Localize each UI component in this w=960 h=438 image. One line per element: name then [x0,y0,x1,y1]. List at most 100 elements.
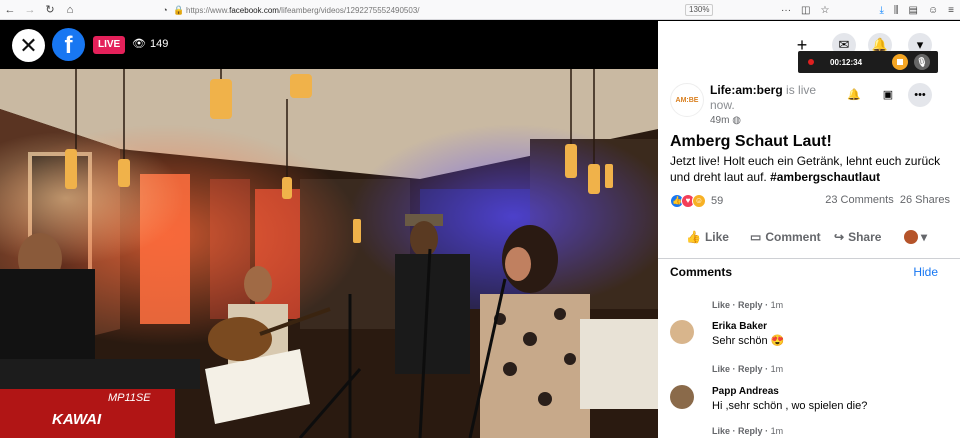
comment-reply-link[interactable]: Reply [738,426,763,436]
browser-toolbar: ← → ↻ ⌂ ◔ 🔒 https://www.facebook.com/lif… [0,0,960,20]
kawai-logo: KAWAI [52,411,102,428]
mp11se-logo: MP11SE [108,392,151,404]
comment-reply-link[interactable]: Reply [738,300,763,310]
back-icon[interactable]: ← [0,0,20,20]
separator: · [732,364,736,374]
post-text: Jetzt live! Holt euch ein Getränk, lehnt… [670,153,950,185]
menu-icon[interactable]: ≡ [948,5,954,16]
screen-recorder-bar: 00:12:34 🎙 [798,51,938,73]
forward-icon[interactable]: → [20,0,40,20]
post-header: Life:am:berg is live now. [710,83,830,113]
bookmark-star-icon[interactable]: ☆ [820,5,829,16]
separator: · [765,426,769,436]
stop-record-button[interactable] [892,54,908,70]
post-panel: + ✉ 🔔 ▾ 00:12:34 🎙 AM:BE Life:am:berg is… [658,21,960,438]
more-options-button[interactable]: ••• [908,83,932,107]
comments-heading: Comments [670,265,733,279]
divider [658,258,960,259]
post-meta: 49m ◍ [710,115,741,126]
shield-icon[interactable]: ◔ [158,0,172,20]
url-path: /lifeamberg/videos/1292275552490503/ [278,5,420,15]
close-button[interactable]: ✕ [12,29,45,62]
video-header: ✕ f LIVE 👁 149 [0,21,658,69]
url-host: facebook.com [229,5,279,15]
commenter-avatar[interactable] [670,385,694,409]
comment-bubble: Papp Andreas Hi ,sehr schön , wo spielen… [712,385,868,414]
separator: · [732,300,736,310]
shares-count[interactable]: 26 Shares [900,194,950,206]
comment-time[interactable]: 1m [771,300,784,310]
globe-icon: ◍ [732,115,741,126]
save-button[interactable]: ▣ [876,83,900,107]
recording-time: 00:12:34 [830,57,863,67]
reload-icon[interactable]: ↻ [40,0,60,20]
comment-actions: Like · Reply · 1m [712,300,783,310]
eye-icon: 👁 [132,38,146,50]
library-icon[interactable]: ⫼ [894,5,899,16]
calendar-check-icon: ▣ [882,89,894,101]
separator: · [765,364,769,374]
reactions-summary[interactable]: 👍 ♥ ☺ 59 [670,193,723,209]
microphone-icon[interactable]: 🎙 [914,54,930,70]
sidebar-icon[interactable]: ▤ [908,5,917,16]
comment-actions: Like · Reply · 1m [712,426,783,436]
home-icon[interactable]: ⌂ [60,0,80,20]
url-prefix: https://www. [186,5,230,15]
user-avatar [904,230,918,244]
post-actions: 👍 Like ▭ Comment ↪ Share ▾ [658,221,960,253]
post-age[interactable]: 49m [710,115,729,126]
like-button[interactable]: 👍 Like [686,230,729,244]
post-title: Amberg Schaut Laut! [670,133,832,150]
messenger-icon: ✉ [838,37,850,52]
page-name[interactable]: Life:am:berg [710,83,783,97]
more-icon: ••• [914,89,926,101]
url-text[interactable]: https://www.facebook.com/lifeamberg/vide… [186,6,420,15]
share-label: Share [848,230,882,244]
comment-reply-link[interactable]: Reply [738,364,763,374]
share-icon: ↪ [834,230,845,244]
commenter-avatar[interactable] [670,320,694,344]
commenter-name[interactable]: Erika Baker [712,320,784,333]
viewer-count: 👁 149 [132,37,169,51]
panel-top-bar: + ✉ 🔔 ▾ 00:12:34 🎙 [658,21,960,73]
concert-scene: KAWAI MP11SE [0,69,658,438]
page-actions-icon[interactable]: ··· [781,5,791,16]
zoom-level[interactable]: 130% [685,4,714,16]
commenter-name[interactable]: Papp Andreas [712,385,867,398]
hashtag-link[interactable]: #ambergschautlaut [770,170,880,184]
download-icon[interactable]: ⤓ [879,5,883,16]
comment-like-link[interactable]: Like [712,300,730,310]
browser-right-tools: ··· ◫ ☆ ⤓ ⫼ ▤ ☺ ≡ [781,0,954,20]
pocket-icon[interactable]: ◫ [801,5,810,16]
reaction-as-selector[interactable]: ▾ [904,230,927,244]
thumbs-up-icon: 👍 [686,230,701,244]
comment-time[interactable]: 1m [771,426,784,436]
live-badge: LIVE [93,36,126,54]
comment-like-link[interactable]: Like [712,426,730,436]
comments-count[interactable]: 23 Comments [825,194,893,206]
close-icon: ✕ [19,33,38,58]
viewer-count-value: 149 [149,37,169,50]
comment-button[interactable]: ▭ Comment [750,230,821,244]
record-dot-icon [808,59,814,65]
comment-icon: ▭ [750,230,762,244]
comment-time[interactable]: 1m [771,364,784,374]
facebook-logo[interactable]: f [52,28,85,61]
bell-icon: 🔔 [871,37,889,52]
comment-actions: Like · Reply · 1m [712,364,783,374]
video-frame[interactable]: KAWAI MP11SE [0,69,658,438]
comment-bubble: Erika Baker Sehr schön 😍 [712,320,785,349]
lock-icon[interactable]: 🔒 [172,0,186,20]
account-icon[interactable]: ☺ [928,5,938,16]
comment-text: Sehr schön 😍 [712,335,785,347]
page-avatar[interactable]: AM:BE [670,83,704,117]
follow-notifications-button[interactable]: 🔔 [842,83,866,107]
wow-reaction-icon: ☺ [692,194,706,208]
hide-comments-link[interactable]: Hide [913,265,938,279]
live-video[interactable]: ✕ f LIVE 👁 149 KAWAI MP11SE [0,21,658,438]
separator: · [732,426,736,436]
comment-like-link[interactable]: Like [712,364,730,374]
share-button[interactable]: ↪ Share [834,230,881,244]
like-label: Like [704,230,729,244]
caret-down-icon: ▾ [921,230,928,244]
